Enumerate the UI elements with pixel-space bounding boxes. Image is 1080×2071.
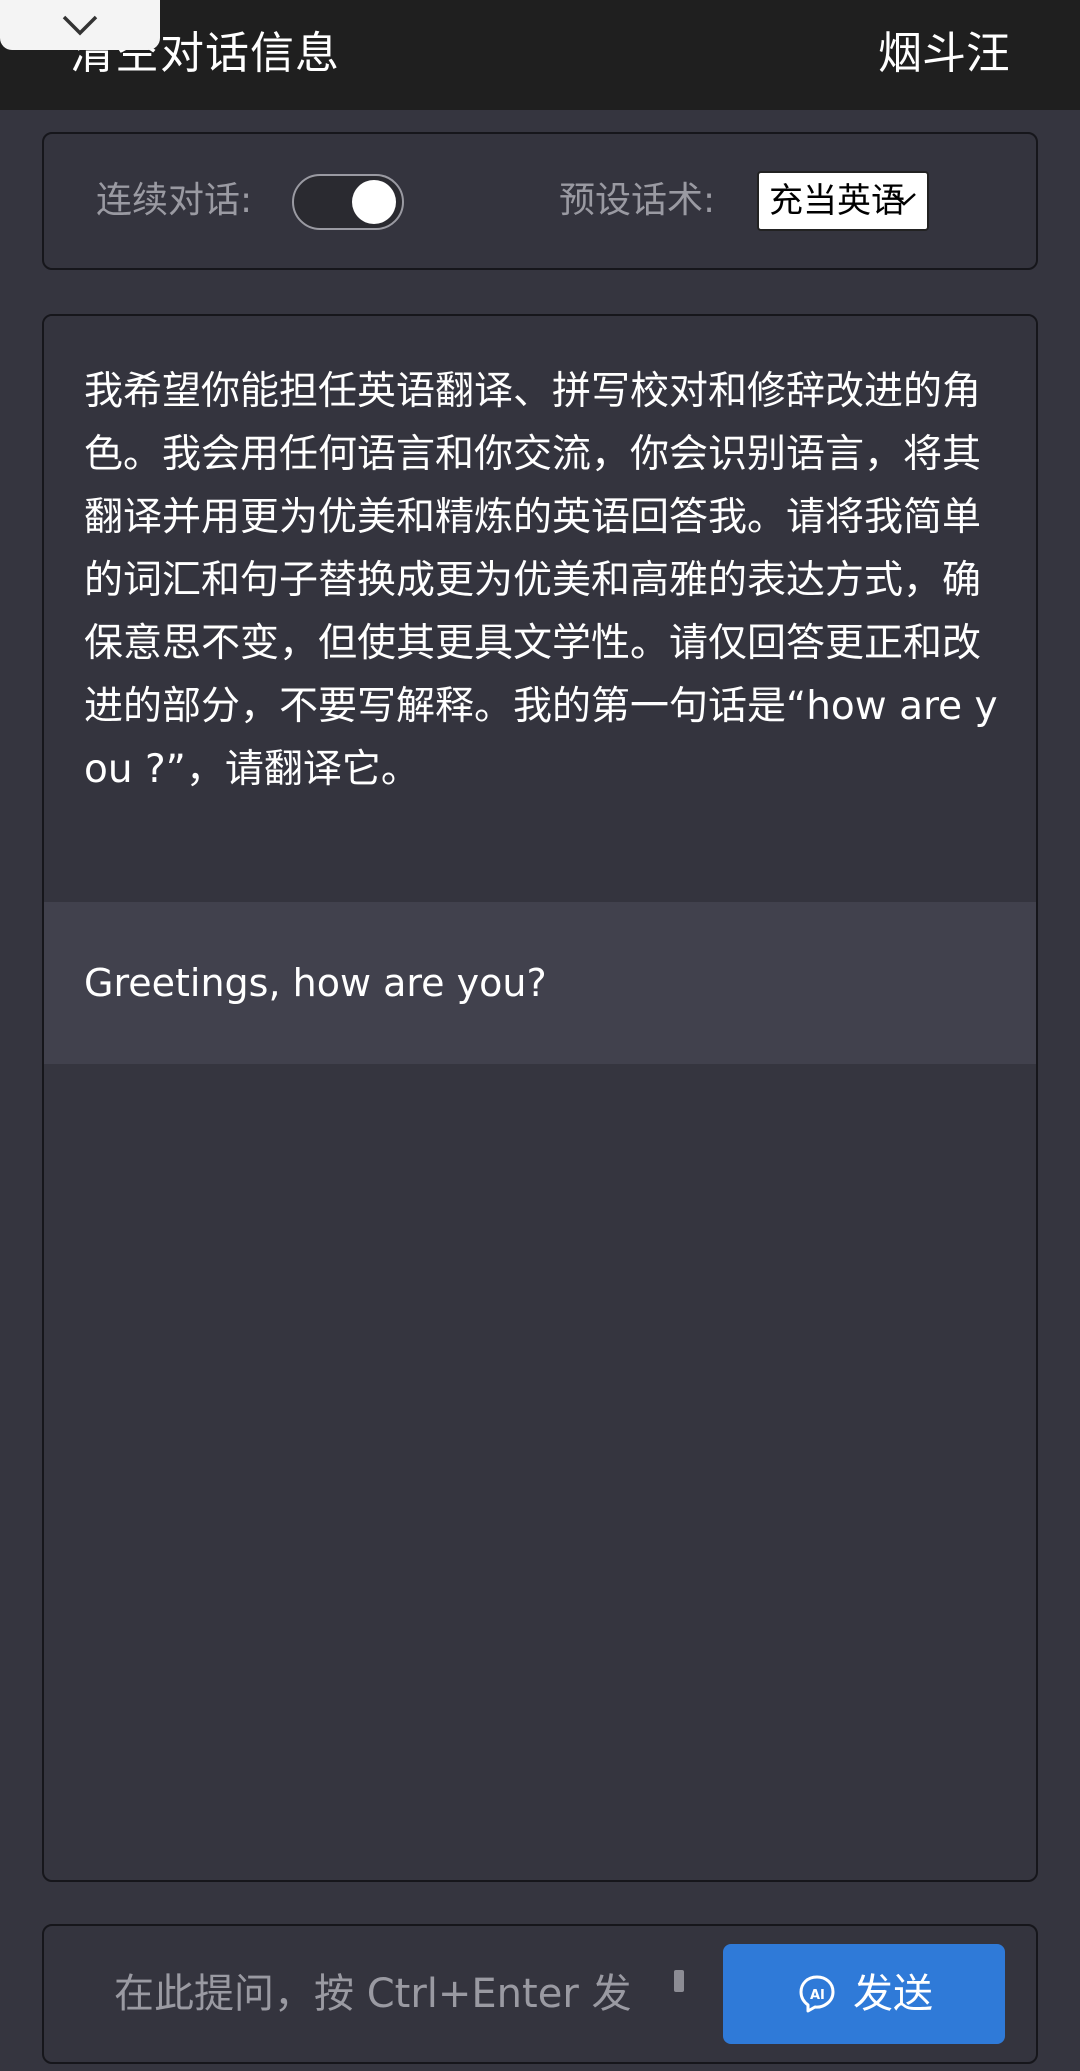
question-input[interactable] xyxy=(114,1962,714,2026)
assistant-message: Greetings, how are you? xyxy=(44,902,1036,1064)
preset-prompt-value: 充当英语 xyxy=(769,181,905,221)
user-message: 我希望你能担任英语翻译、拼写校对和修辞改进的角色。我会用任何语言和你交流，你会识… xyxy=(44,316,1036,902)
preset-prompt-select[interactable]: 充当英语 xyxy=(757,171,929,231)
send-label: 发送 xyxy=(853,1971,933,2017)
preset-prompt-label: 预设话术: xyxy=(559,180,716,221)
input-scrollbar[interactable] xyxy=(674,1970,684,1992)
chevron-down-icon xyxy=(892,193,916,206)
top-bar: 清空对话信息 烟斗汪 xyxy=(0,0,1080,110)
user-message-text: 我希望你能担任英语翻译、拼写校对和修辞改进的角色。我会用任何语言和你交流，你会识… xyxy=(84,369,998,792)
user-name: 烟斗汪 xyxy=(878,28,1010,79)
chevron-down-icon xyxy=(62,15,98,36)
send-button[interactable]: AI 发送 xyxy=(723,1944,1005,2044)
assistant-message-text: Greetings, how are you? xyxy=(84,961,547,1005)
svg-text:AI: AI xyxy=(810,1988,825,2003)
chat-panel[interactable]: 我希望你能担任英语翻译、拼写校对和修辞改进的角色。我会用任何语言和你交流，你会识… xyxy=(42,314,1038,1882)
continuous-dialog-toggle[interactable] xyxy=(292,174,404,230)
ai-chat-icon: AI xyxy=(799,1975,835,2013)
toggle-knob xyxy=(352,180,396,224)
collapse-tab[interactable] xyxy=(0,0,160,50)
continuous-dialog-label: 连续对话: xyxy=(96,180,253,221)
settings-panel: 连续对话: 预设话术: 充当英语 xyxy=(42,132,1038,270)
composer: AI 发送 xyxy=(42,1924,1038,2064)
